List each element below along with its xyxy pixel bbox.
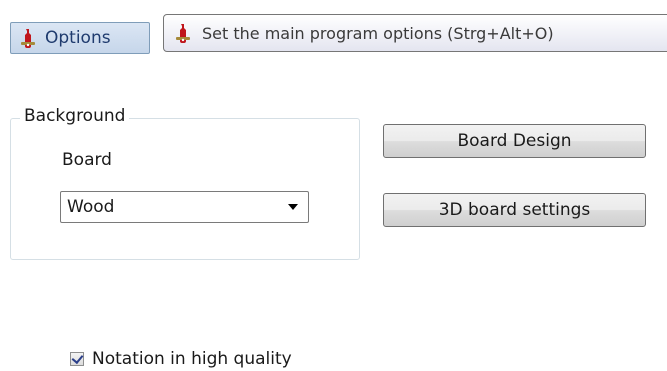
notation-high-quality-label: Notation in high quality	[92, 349, 292, 369]
options-button-label: Options	[45, 28, 111, 48]
options-button[interactable]: Options	[10, 22, 150, 54]
options-tooltip: Set the main program options (Strg+Alt+O…	[163, 14, 667, 52]
notation-high-quality-row[interactable]: Notation in high quality	[70, 348, 292, 370]
board-design-button[interactable]: Board Design	[383, 124, 646, 158]
board-select-value: Wood	[67, 197, 115, 217]
wrench-icon	[174, 22, 194, 44]
wrench-icon	[19, 27, 39, 49]
dropdown-arrow-icon[interactable]	[288, 204, 298, 210]
notation-high-quality-checkbox[interactable]	[70, 352, 84, 366]
3d-board-settings-button[interactable]: 3D board settings	[383, 193, 646, 227]
board-label: Board	[62, 150, 112, 170]
tooltip-text: Set the main program options (Strg+Alt+O…	[202, 23, 554, 43]
background-groupbox	[10, 118, 360, 260]
options-screen: Options Set the main program options (St…	[0, 0, 667, 371]
board-select[interactable]: Wood	[60, 191, 309, 223]
background-group-title: Background	[20, 106, 130, 126]
